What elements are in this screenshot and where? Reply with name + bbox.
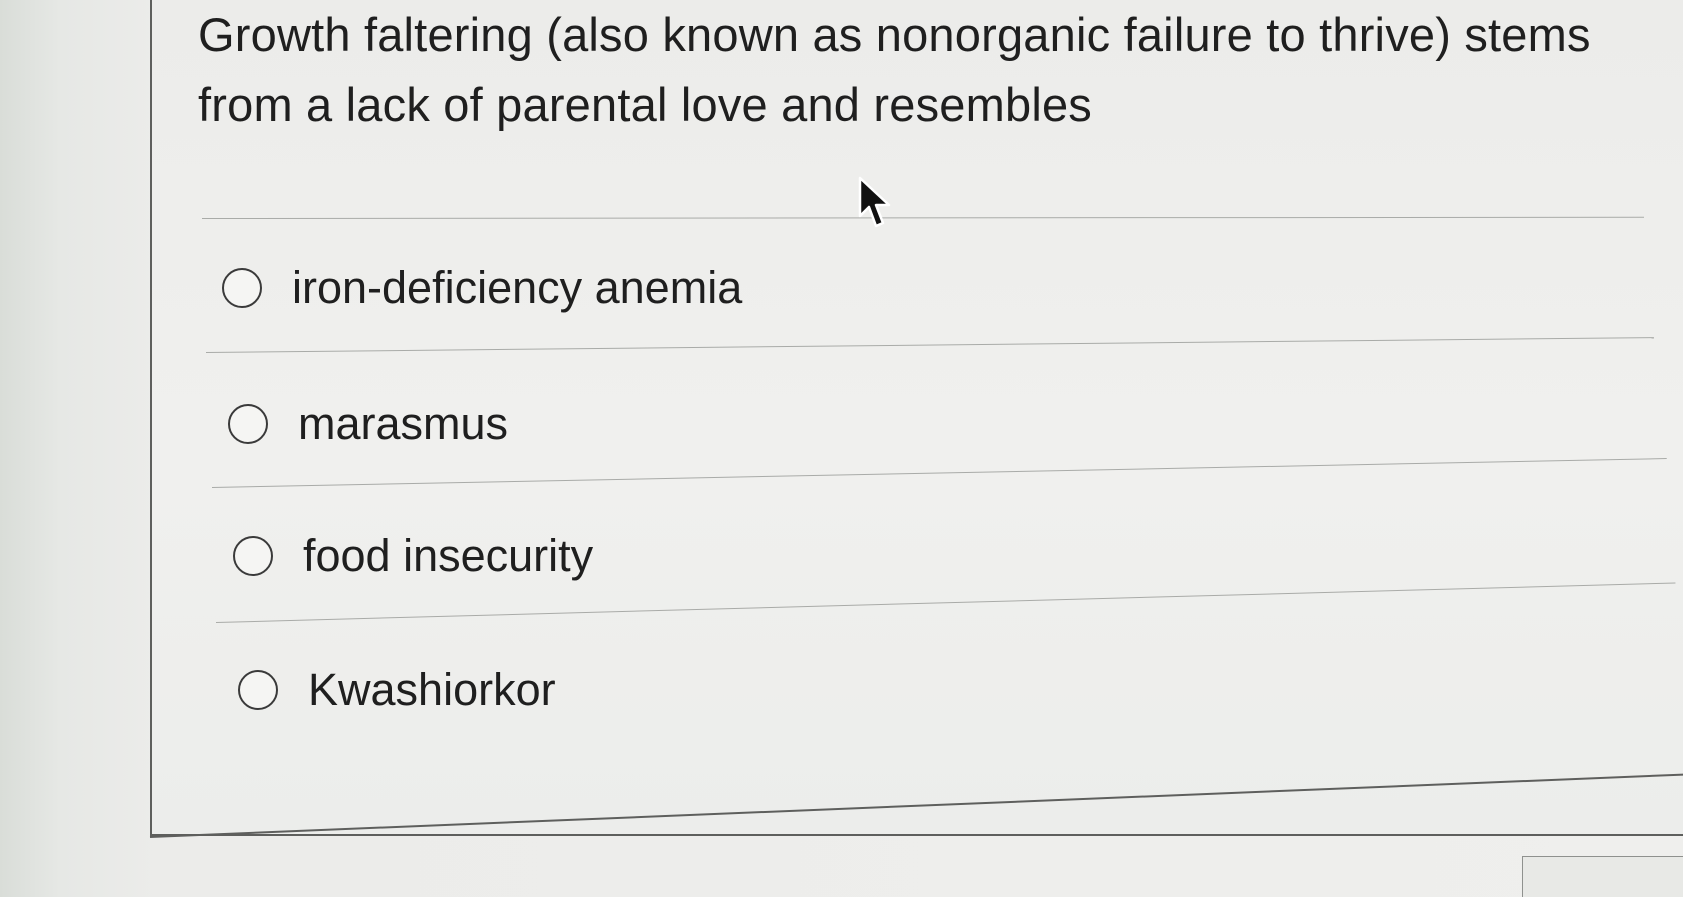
next-button-partial[interactable] xyxy=(1522,856,1683,897)
option-marasmus[interactable]: marasmus xyxy=(228,398,508,450)
option-label: food insecurity xyxy=(303,530,594,581)
option-label: iron-deficiency anemia xyxy=(292,262,743,313)
radio-button-icon[interactable] xyxy=(228,404,268,444)
option-food-insecurity[interactable]: food insecurity xyxy=(233,530,593,582)
radio-button-icon[interactable] xyxy=(222,268,262,308)
option-label: Kwashiorkor xyxy=(308,664,556,715)
mouse-pointer-arrow-icon xyxy=(858,176,891,228)
quiz-screen: Growth faltering (also known as nonorgan… xyxy=(0,0,1683,897)
radio-button-icon[interactable] xyxy=(233,536,273,576)
option-kwashiorkor[interactable]: Kwashiorkor xyxy=(238,664,556,716)
option-label: marasmus xyxy=(298,398,509,449)
option-iron-deficiency-anemia[interactable]: iron-deficiency anemia xyxy=(222,262,742,314)
radio-button-icon[interactable] xyxy=(238,670,278,710)
question-text: Growth faltering (also known as nonorgan… xyxy=(198,8,1591,131)
